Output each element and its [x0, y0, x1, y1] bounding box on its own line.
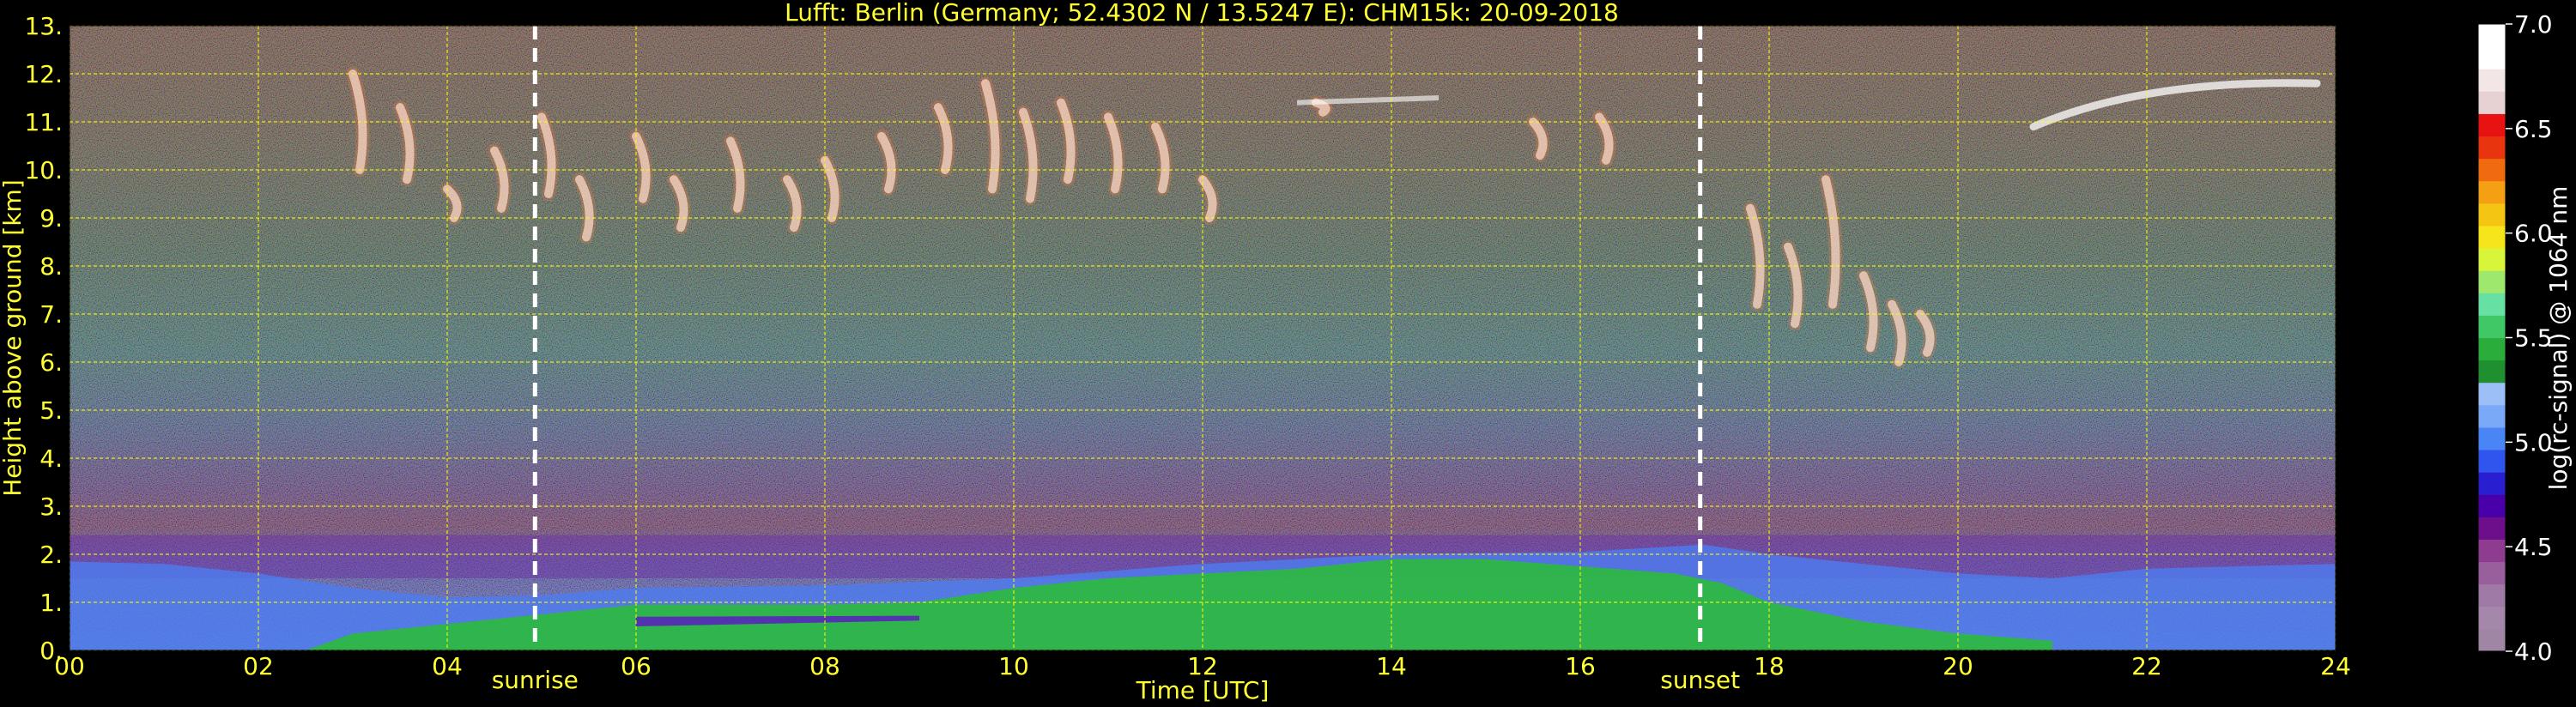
y-tick-label: 9.	[39, 204, 63, 233]
plot-area	[69, 25, 2337, 651]
colorbar-band	[2478, 136, 2506, 160]
colorbar-tick-label: 7.0	[2514, 10, 2553, 39]
y-tick-label: 12.	[24, 60, 63, 88]
x-tick-label: 02	[243, 652, 274, 680]
y-tick-label: 4.	[39, 444, 63, 473]
colorbar-band	[2478, 69, 2506, 92]
colorbar-band	[2478, 517, 2506, 540]
y-tick-label: 3.	[39, 492, 63, 521]
y-tick-label: 10.	[24, 156, 63, 184]
x-tick-label: 12	[1187, 652, 1218, 680]
colorbar-band	[2478, 293, 2506, 316]
colorbar-band	[2478, 404, 2506, 428]
colorbar-band	[2478, 382, 2506, 406]
y-tick-label: 2.	[39, 541, 63, 569]
colorbar-band	[2478, 24, 2506, 47]
colorbar-band	[2478, 202, 2506, 227]
y-tick-label: 5.	[39, 396, 63, 425]
colorbar-band	[2478, 337, 2506, 361]
sunrise-label: sunrise	[492, 666, 579, 694]
colorbar-band	[2478, 583, 2506, 607]
y-tick-label: 13.	[24, 12, 63, 40]
colorbar-band	[2478, 472, 2506, 495]
colorbar-band	[2478, 606, 2506, 630]
x-tick-label: 20	[1943, 652, 1973, 680]
colorbar-band	[2478, 539, 2506, 563]
colorbar-band	[2478, 113, 2506, 137]
x-tick-label: 14	[1376, 652, 1407, 680]
y-axis-label: Height above ground [km]	[0, 179, 27, 497]
x-tick-label: 10	[998, 652, 1029, 680]
x-tick-label: 18	[1754, 652, 1785, 680]
colorbar-band	[2478, 450, 2506, 473]
y-tick-label: 11.	[24, 108, 63, 136]
x-tick-label: 16	[1565, 652, 1596, 680]
chart-title: Lufft: Berlin (Germany; 52.4302 N / 13.5…	[785, 0, 1619, 27]
colorbar-band	[2478, 360, 2506, 384]
colorbar-band	[2478, 628, 2506, 652]
colorbar-band	[2478, 180, 2506, 204]
y-tick-label: 1.	[39, 589, 63, 617]
y-tick-label: 6.	[39, 348, 63, 377]
ceilometer-chart: Lufft: Berlin (Germany; 52.4302 N / 13.5…	[0, 0, 2573, 704]
colorbar-bands	[2478, 24, 2506, 652]
x-tick-label: 06	[621, 652, 652, 680]
x-tick-label: 00	[54, 652, 85, 680]
colorbar-band	[2478, 561, 2506, 585]
colorbar-label: log(rc-signal) @ 1064 nm	[2544, 186, 2573, 491]
x-tick-labels: 00 02 04 06 08 10 12 14 16 18 20 22 24	[54, 652, 2351, 680]
colorbar-band	[2478, 248, 2506, 271]
colorbar-band	[2478, 225, 2506, 249]
colorbar-tick-label: 4.5	[2514, 533, 2553, 561]
x-tick-label: 04	[432, 652, 463, 680]
colorbar-band	[2478, 315, 2506, 338]
colorbar-band	[2478, 46, 2506, 69]
colorbar-band	[2478, 91, 2506, 114]
sunset-label: sunset	[1660, 666, 1740, 694]
event-labels: sunrise sunset	[492, 666, 1740, 694]
x-tick-label: 08	[809, 652, 840, 680]
colorbar-band	[2478, 494, 2506, 517]
y-tick-label: 7.	[39, 300, 63, 329]
y-tick-labels: 0.1.2.3.4.5.6.7.8.9.10.11.12.13.	[24, 12, 63, 665]
y-tick-label: 8.	[39, 252, 63, 281]
colorbar-band	[2478, 426, 2506, 450]
colorbar-band	[2478, 270, 2506, 293]
colorbar-tick-label: 4.0	[2514, 638, 2553, 666]
x-tick-label: 24	[2320, 652, 2351, 680]
colorbar-band	[2478, 158, 2506, 182]
colorbar: 4.04.55.05.56.06.57.0 log(rc-signal) @ 1…	[2477, 10, 2573, 666]
colorbar-tick-label: 6.5	[2514, 115, 2553, 143]
x-tick-label: 22	[2131, 652, 2162, 680]
